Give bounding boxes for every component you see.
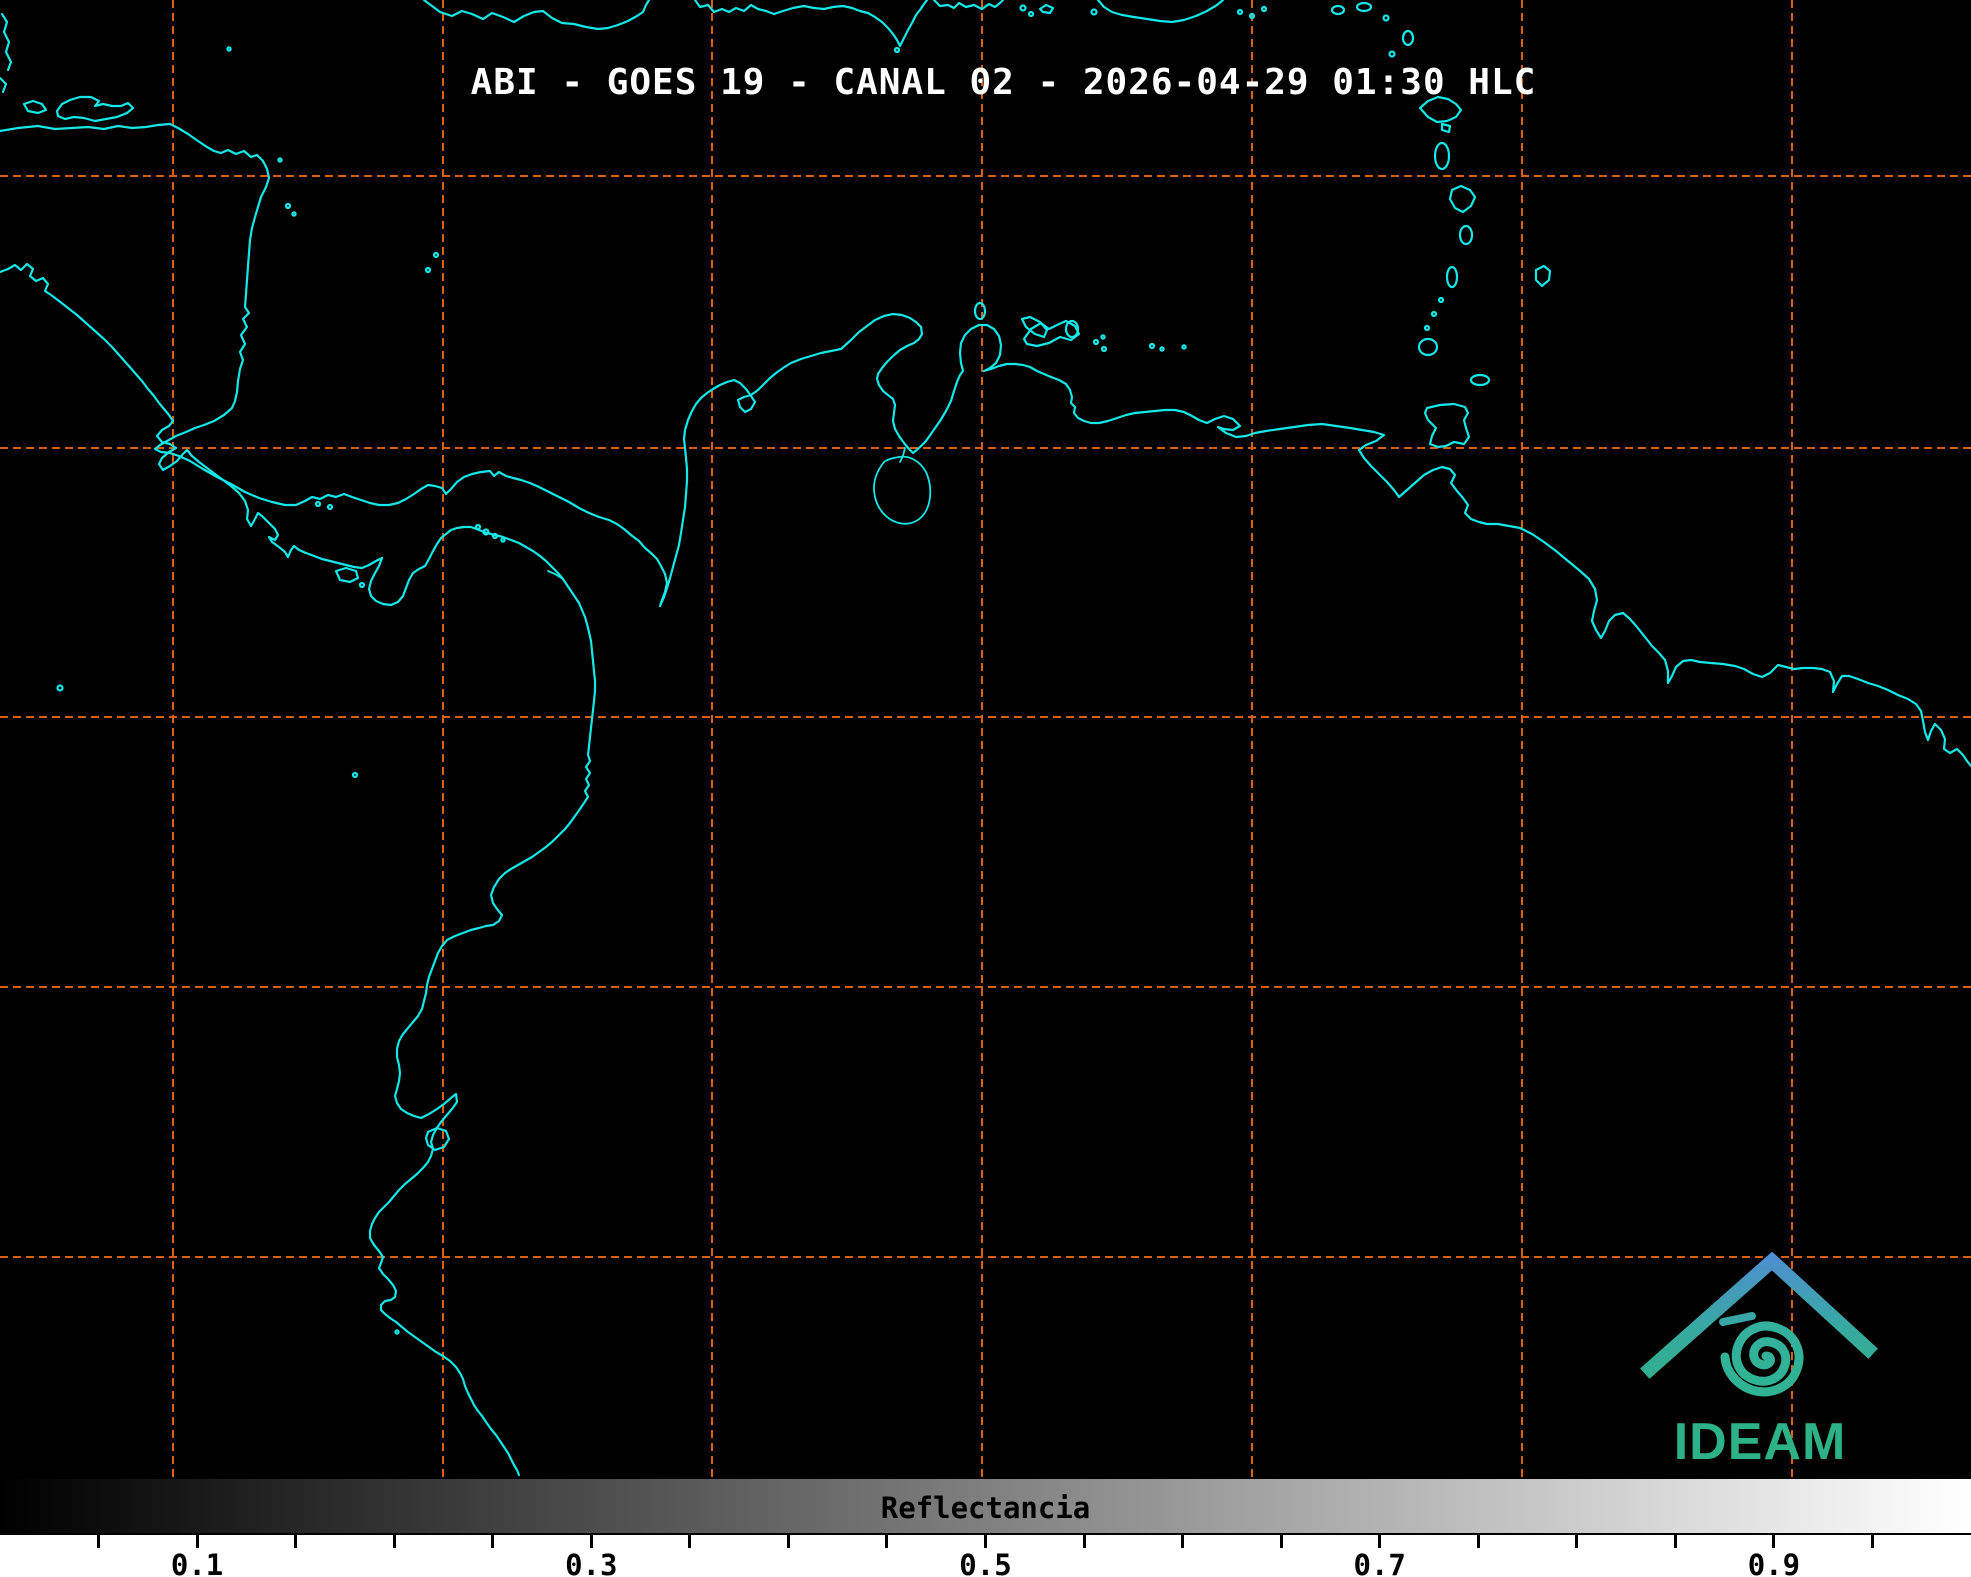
- coast-puerto-rico: [1098, 0, 1223, 22]
- coast-caribbean-mainland: [0, 124, 1971, 766]
- islet: [1102, 347, 1106, 351]
- islet: [1029, 12, 1033, 16]
- island-coiba: [336, 568, 358, 582]
- islet: [1238, 10, 1242, 14]
- colorbar-tick-label: 0.9: [1729, 1548, 1819, 1577]
- islet: [278, 158, 281, 161]
- islet: [1101, 335, 1104, 338]
- island-margarita: [1024, 321, 1079, 346]
- coast-hispaniola: [934, 0, 1003, 9]
- ideam-logo-text: IDEAM: [1645, 1412, 1875, 1472]
- islet: [1150, 344, 1154, 348]
- colorbar-tick: [590, 1535, 593, 1548]
- colorbar-tick: [1871, 1535, 1874, 1548]
- colorbar-label: Reflectancia: [0, 1491, 1971, 1525]
- colorbar-tick: [1772, 1535, 1775, 1548]
- islet: [501, 538, 504, 541]
- colorbar-tick: [885, 1535, 888, 1548]
- colorbar-tick: [787, 1535, 790, 1548]
- islet: [1094, 340, 1098, 344]
- colorbar: Reflectancia: [0, 1479, 1971, 1535]
- coast-pacific: [0, 264, 595, 1475]
- islet: [1332, 6, 1344, 14]
- islet: [58, 686, 63, 691]
- colorbar-tick: [196, 1535, 199, 1548]
- colorbar-tick: [1477, 1535, 1480, 1548]
- colorbar-tick: [1378, 1535, 1381, 1548]
- coast-hispaniola: [695, 0, 927, 46]
- colorbar-axis: 0.1 0.3 0.5 0.7 0.9: [0, 1535, 1971, 1577]
- ideam-logo: IDEAM: [1620, 1240, 1900, 1480]
- islet: [1390, 52, 1395, 57]
- islet: [1403, 31, 1413, 45]
- islet: [316, 502, 320, 506]
- islet: [360, 583, 364, 587]
- islet: [1040, 5, 1053, 13]
- hurricane-spiral-icon: [1725, 1326, 1799, 1392]
- islet: [328, 505, 332, 509]
- islet: [286, 204, 290, 208]
- islet: [434, 253, 438, 257]
- island-martinique: [1450, 186, 1475, 212]
- colorbar-tick-label: 0.1: [152, 1548, 242, 1577]
- islet: [1021, 6, 1026, 11]
- islet: [1442, 124, 1450, 132]
- island-barbados: [1536, 266, 1550, 286]
- island-dominica: [1435, 143, 1449, 169]
- colorbar-tick: [1575, 1535, 1578, 1548]
- colorbar-tick-label: 0.5: [941, 1548, 1031, 1577]
- islet: [476, 525, 480, 529]
- island-trinidad: [1425, 404, 1469, 447]
- island-grenada: [1419, 339, 1437, 355]
- islet: [1384, 16, 1389, 21]
- islet: [1439, 298, 1443, 302]
- lake-maracaibo: [874, 457, 930, 524]
- colorbar-tick: [491, 1535, 494, 1548]
- coast-cuba: [424, 0, 649, 29]
- island-puna: [426, 1128, 449, 1150]
- colorbar-tick-label: 0.7: [1335, 1548, 1425, 1577]
- colorbar-tick: [393, 1535, 396, 1548]
- islet: [353, 773, 357, 777]
- colorbar-tick: [1181, 1535, 1184, 1548]
- colorbar-tick: [1674, 1535, 1677, 1548]
- colorbar-tick: [688, 1535, 691, 1548]
- colorbar-tick-label: 0.3: [546, 1548, 636, 1577]
- colorbar-tick: [294, 1535, 297, 1548]
- island-tobago: [1471, 375, 1489, 385]
- islet: [1425, 326, 1429, 330]
- islet: [1092, 10, 1097, 15]
- mountain-roof-icon: [1650, 1261, 1868, 1369]
- islet: [1182, 345, 1185, 348]
- islet: [227, 47, 230, 50]
- islet: [1357, 3, 1371, 11]
- colorbar-tick: [1280, 1535, 1283, 1548]
- islet: [895, 48, 899, 52]
- satellite-image-viewer: ABI - GOES 19 - CANAL 02 - 2026-04-29 01…: [0, 0, 1971, 1577]
- islet: [395, 1330, 398, 1333]
- colorbar-tick: [984, 1535, 987, 1548]
- colorbar-tick: [1083, 1535, 1086, 1548]
- island-st-vincent: [1447, 267, 1457, 287]
- islet: [292, 212, 295, 215]
- islet: [1160, 347, 1163, 350]
- islet: [426, 268, 430, 272]
- islet: [1262, 7, 1266, 11]
- island-aruba: [975, 303, 985, 319]
- lake-maracaibo: [900, 448, 905, 462]
- islet: [1432, 312, 1436, 316]
- colorbar-tick: [97, 1535, 100, 1548]
- island-st-lucia: [1460, 226, 1472, 244]
- image-title: ABI - GOES 19 - CANAL 02 - 2026-04-29 01…: [0, 62, 1971, 103]
